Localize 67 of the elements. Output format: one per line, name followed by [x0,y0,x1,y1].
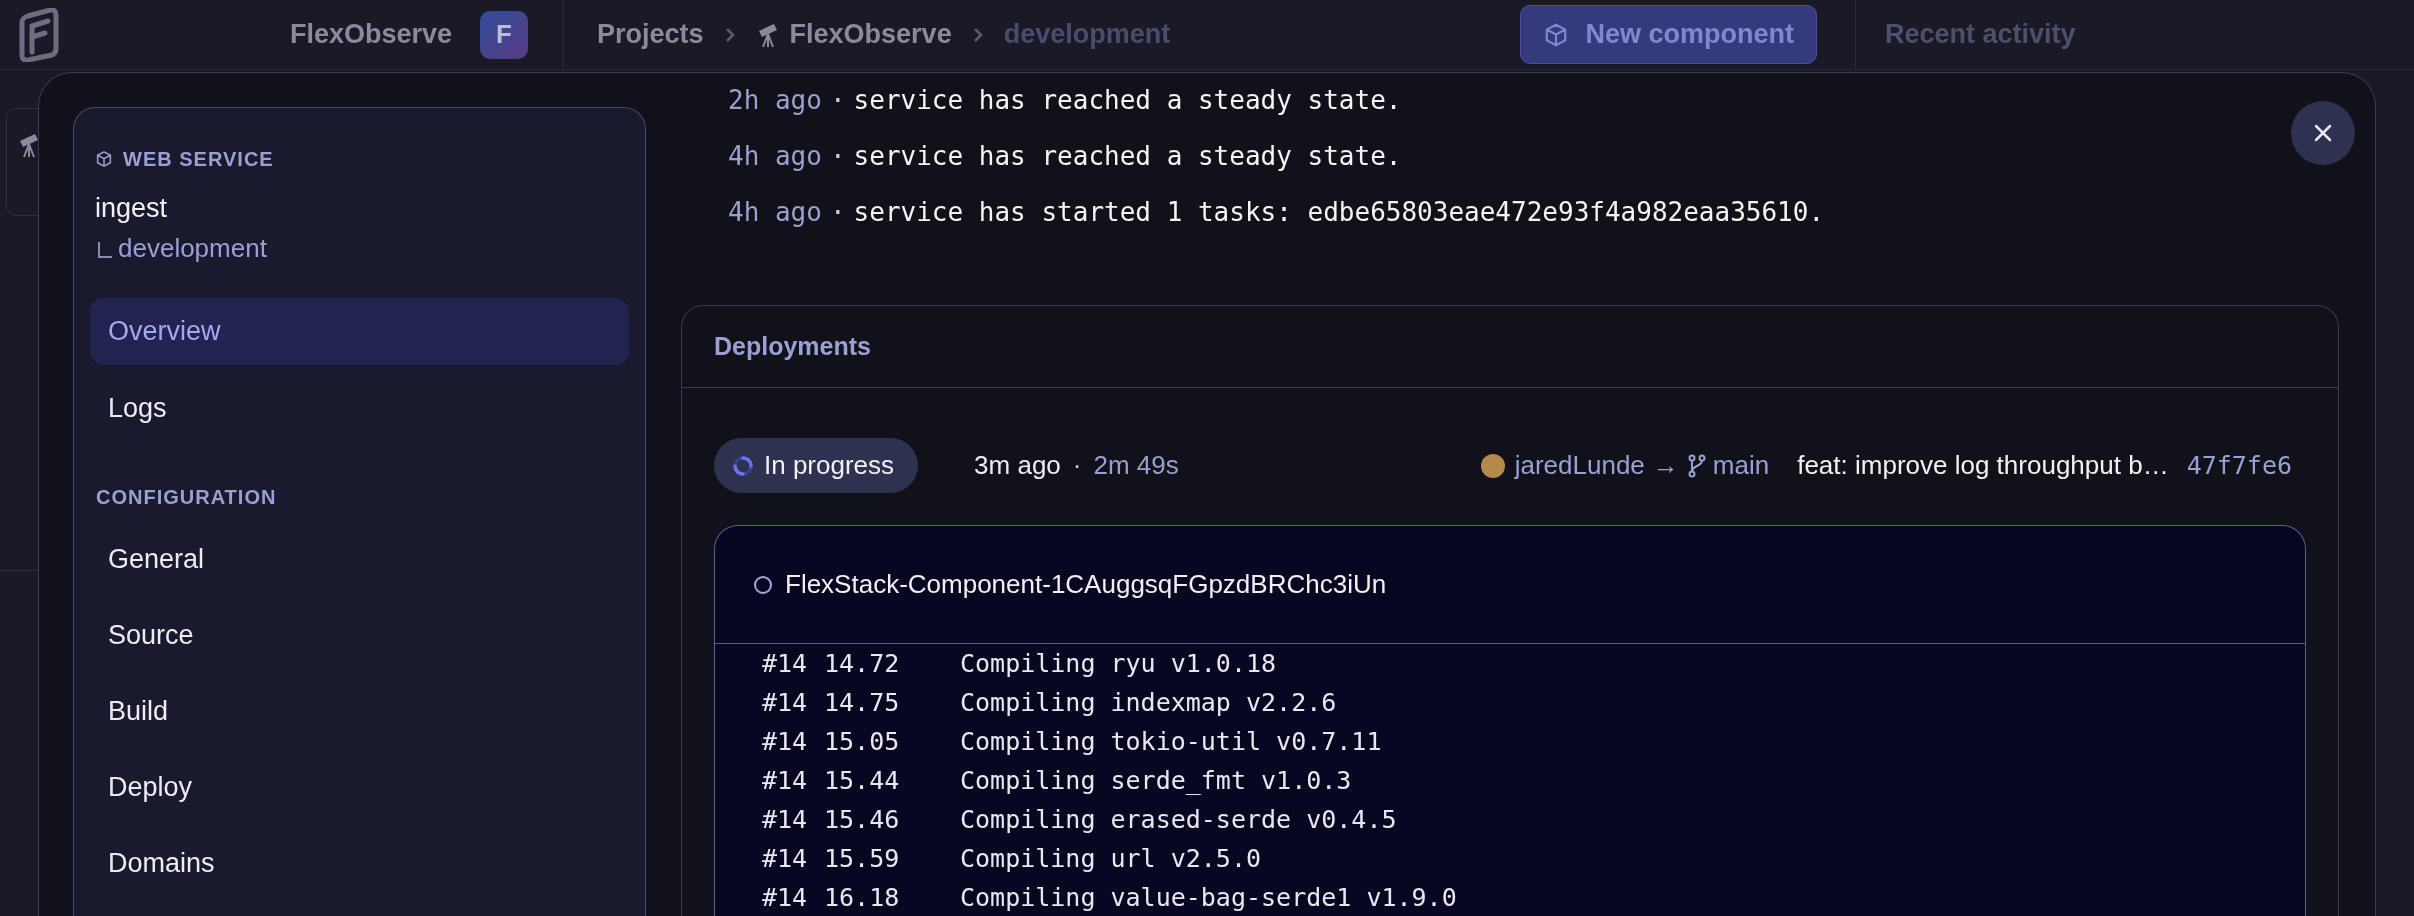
environment-name: development [118,231,267,265]
sidebar-item[interactable]: Overview [90,297,629,365]
log-time: 16.18 [824,881,901,914]
chevron-right-icon [723,25,736,44]
breadcrumb-link[interactable]: Projects [597,14,704,55]
commit-message: feat: improve log throughput b… [1797,449,2169,482]
status-badge: In progress [714,438,919,493]
logo-icon [18,7,60,62]
event-time: 4h ago [728,141,822,171]
author-name[interactable]: jaredLunde [1514,446,1645,485]
event-time: 4h ago [728,197,822,227]
sidebar-item[interactable]: General [90,525,629,593]
separator-dot: · [1072,449,1082,482]
log-time: 15.46 [824,803,901,836]
deploy-age: 3m ago [974,449,1061,482]
log-message: Compiling ryu v1.0.18 [960,647,1277,680]
section-heading: CONFIGURATION [96,484,278,510]
chevron-right-icon [971,25,984,44]
project-name[interactable]: FlexObserve [289,14,452,55]
commit-hash[interactable]: 47f7fe6 [2186,446,2292,485]
sidebar-item[interactable]: Source [90,601,629,669]
log-step: #14 [762,683,824,722]
sidebar-item[interactable]: Domains [90,829,629,897]
arrow-text: → [1652,449,1679,482]
spinner-icon [732,454,754,477]
log-step: #14 [762,878,824,916]
branch-icon [1686,453,1707,478]
breadcrumb-current: development [1003,18,1171,52]
tree-connector-icon [98,241,112,258]
sidebar-item[interactable]: Deploy [90,753,629,821]
separator-dot: · [829,85,846,115]
card-title: Deployments [682,306,2338,388]
sidebar-item[interactable]: Build [90,677,629,745]
component-name: FlexStack-Component-1CAuggsqFGpzdBRChc3iUn [785,568,1387,601]
log-step: #14 [762,644,824,683]
cube-icon [95,150,113,168]
event-message: service has reached a steady state. [853,141,1402,171]
close-icon [2313,123,2333,143]
branch-name[interactable]: main [1712,446,1770,485]
log-message: Compiling indexmap v2.2.6 [960,686,1337,719]
log-time: 15.44 [824,764,901,797]
user-avatar [1480,453,1505,478]
log-time: 14.75 [824,686,901,719]
circle-icon [753,574,773,595]
separator-dot: · [829,141,846,171]
log-time: 15.05 [824,725,901,758]
log-message: Compiling serde_fmt v1.0.3 [960,764,1352,797]
log-message: Compiling value-bag-serde1 v1.9.0 [960,881,1457,914]
service-type-label: WEB SERVICE [123,147,274,172]
log-step: #14 [762,839,824,878]
log-message: Compiling erased-serde v0.4.5 [960,803,1397,836]
event-message: service has started 1 tasks: edbe65803eae472e93f4a982eaa35610. [853,197,1825,227]
deploy-duration: 2m 49s [1093,449,1179,482]
event-message: service has reached a steady state. [853,85,1402,115]
log-message: Compiling url v2.5.0 [960,842,1262,875]
separator-dot: · [829,197,846,227]
log-time: 14.72 [824,647,901,680]
service-name: ingest [94,192,169,225]
breadcrumb-link[interactable]: FlexObserve [755,14,952,55]
log-step: #14 [762,722,824,761]
log-step: #14 [762,800,824,839]
project-avatar[interactable]: F [480,10,528,59]
log-step: #14 [762,761,824,800]
log-message: Compiling tokio-util v0.7.11 [960,725,1382,758]
log-time: 15.59 [824,842,901,875]
event-time: 2h ago [728,85,822,115]
sidebar-item[interactable]: Logs [90,374,629,442]
